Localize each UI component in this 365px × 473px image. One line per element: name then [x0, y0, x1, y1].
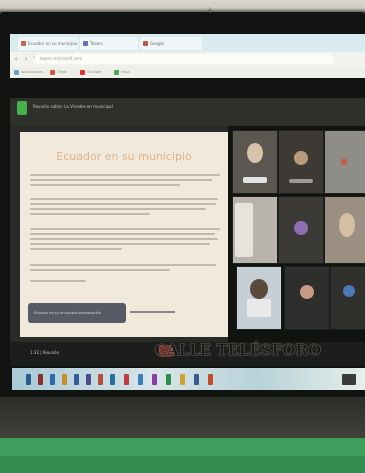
bookmarks-bar: Aplicaciones Gmail YouTube Maps [10, 66, 365, 78]
participant-tile[interactable] [330, 266, 365, 330]
taskbar-icon[interactable] [50, 374, 55, 385]
slide-text-line [30, 269, 170, 271]
participant-face [294, 151, 308, 165]
taskbar-icon[interactable] [110, 374, 115, 385]
bookmark-item[interactable]: Maps [114, 68, 130, 76]
meeting-time: 1:32 | Reunión [30, 350, 60, 355]
bookmark-item[interactable]: Gmail [50, 68, 67, 76]
tab-teams[interactable]: Teams [80, 37, 138, 50]
plus-icon[interactable]: + [205, 6, 215, 16]
taskbar-icon[interactable] [208, 374, 213, 385]
participant-tile[interactable] [232, 196, 278, 264]
watermark-text: CALLE TELÉSFORO [155, 341, 321, 359]
back-icon[interactable]: ‹ [12, 55, 20, 63]
participant-face [247, 143, 263, 163]
meeting-title: Reunión sobre: La Vicedes en municipal [33, 104, 113, 109]
gmail-icon [50, 69, 55, 75]
taskbar-icon[interactable] [166, 374, 171, 385]
url-input[interactable]: teams.microsoft.com [34, 54, 334, 64]
slide-text-line [30, 264, 216, 266]
taskbar-icon[interactable] [74, 374, 79, 385]
apps-icon [14, 69, 19, 75]
taskbar-icon[interactable] [124, 374, 129, 385]
bookmark-item[interactable]: YouTube [80, 68, 101, 76]
participant-name-tag [289, 179, 313, 183]
participant-body [247, 299, 271, 317]
participant-tile[interactable] [324, 196, 365, 264]
slide-text-line [30, 213, 150, 215]
slide-text-line [30, 208, 206, 210]
slide-link [130, 311, 175, 313]
slide-text-line [30, 243, 210, 245]
clock-icon[interactable] [342, 374, 356, 385]
desk-shadow [0, 456, 365, 473]
taskbar-icon[interactable] [152, 374, 157, 385]
browser-tab-bar: Ecuador en su municipio Teams Google [10, 34, 365, 52]
slide-text-line [30, 174, 220, 176]
bookmark-item[interactable]: Aplicaciones [14, 68, 43, 76]
participant-avatar [343, 285, 355, 297]
participant-tile[interactable] [278, 196, 324, 264]
taskbar-icon[interactable] [180, 374, 185, 385]
favicon-icon [143, 41, 148, 46]
taskbar [12, 368, 365, 390]
favicon-icon [21, 41, 26, 46]
taskbar-icon[interactable] [86, 374, 91, 385]
participant-tile[interactable] [324, 130, 365, 194]
slide-text-line [30, 179, 212, 181]
taskbar-icon[interactable] [38, 374, 43, 385]
participant-avatar [300, 285, 314, 299]
slide-text-line [30, 184, 180, 186]
tab-google[interactable]: Google [140, 37, 202, 50]
participant-face [339, 213, 355, 237]
participant-avatar [341, 159, 347, 165]
participant-tile[interactable] [284, 266, 330, 330]
meeting-header [10, 98, 365, 126]
participant-avatar [294, 221, 308, 235]
teams-icon [17, 101, 27, 115]
participant-name-tag [243, 177, 267, 183]
participant-tile-active[interactable] [236, 266, 282, 330]
participant-tile[interactable] [278, 130, 324, 194]
tab-ecuador[interactable]: Ecuador en su municipio [18, 37, 78, 50]
youtube-icon [80, 69, 85, 75]
slide-text-line [30, 228, 220, 230]
slide-text-line [30, 238, 218, 240]
monitor-stand [0, 397, 365, 439]
taskbar-icon[interactable] [26, 374, 31, 385]
taskbar-icon[interactable] [62, 374, 67, 385]
slide-text-line [30, 248, 122, 250]
taskbar-icon[interactable] [138, 374, 143, 385]
forward-icon[interactable]: › [22, 55, 30, 63]
participant-face [250, 279, 268, 299]
presenter-label[interactable]: Ecuador en su municipio presentación [28, 303, 126, 323]
participant-tile[interactable] [232, 130, 278, 194]
favicon-icon [83, 41, 88, 46]
slide-title: Ecuador en su municipio [56, 150, 192, 163]
slide-text-line [30, 198, 218, 200]
slide-text-line [30, 233, 215, 235]
slide-text-line [30, 203, 216, 205]
taskbar-icon[interactable] [194, 374, 199, 385]
maps-icon [114, 69, 119, 75]
participant-video [235, 203, 253, 257]
slide-text-line [30, 280, 86, 282]
taskbar-icon[interactable] [98, 374, 103, 385]
